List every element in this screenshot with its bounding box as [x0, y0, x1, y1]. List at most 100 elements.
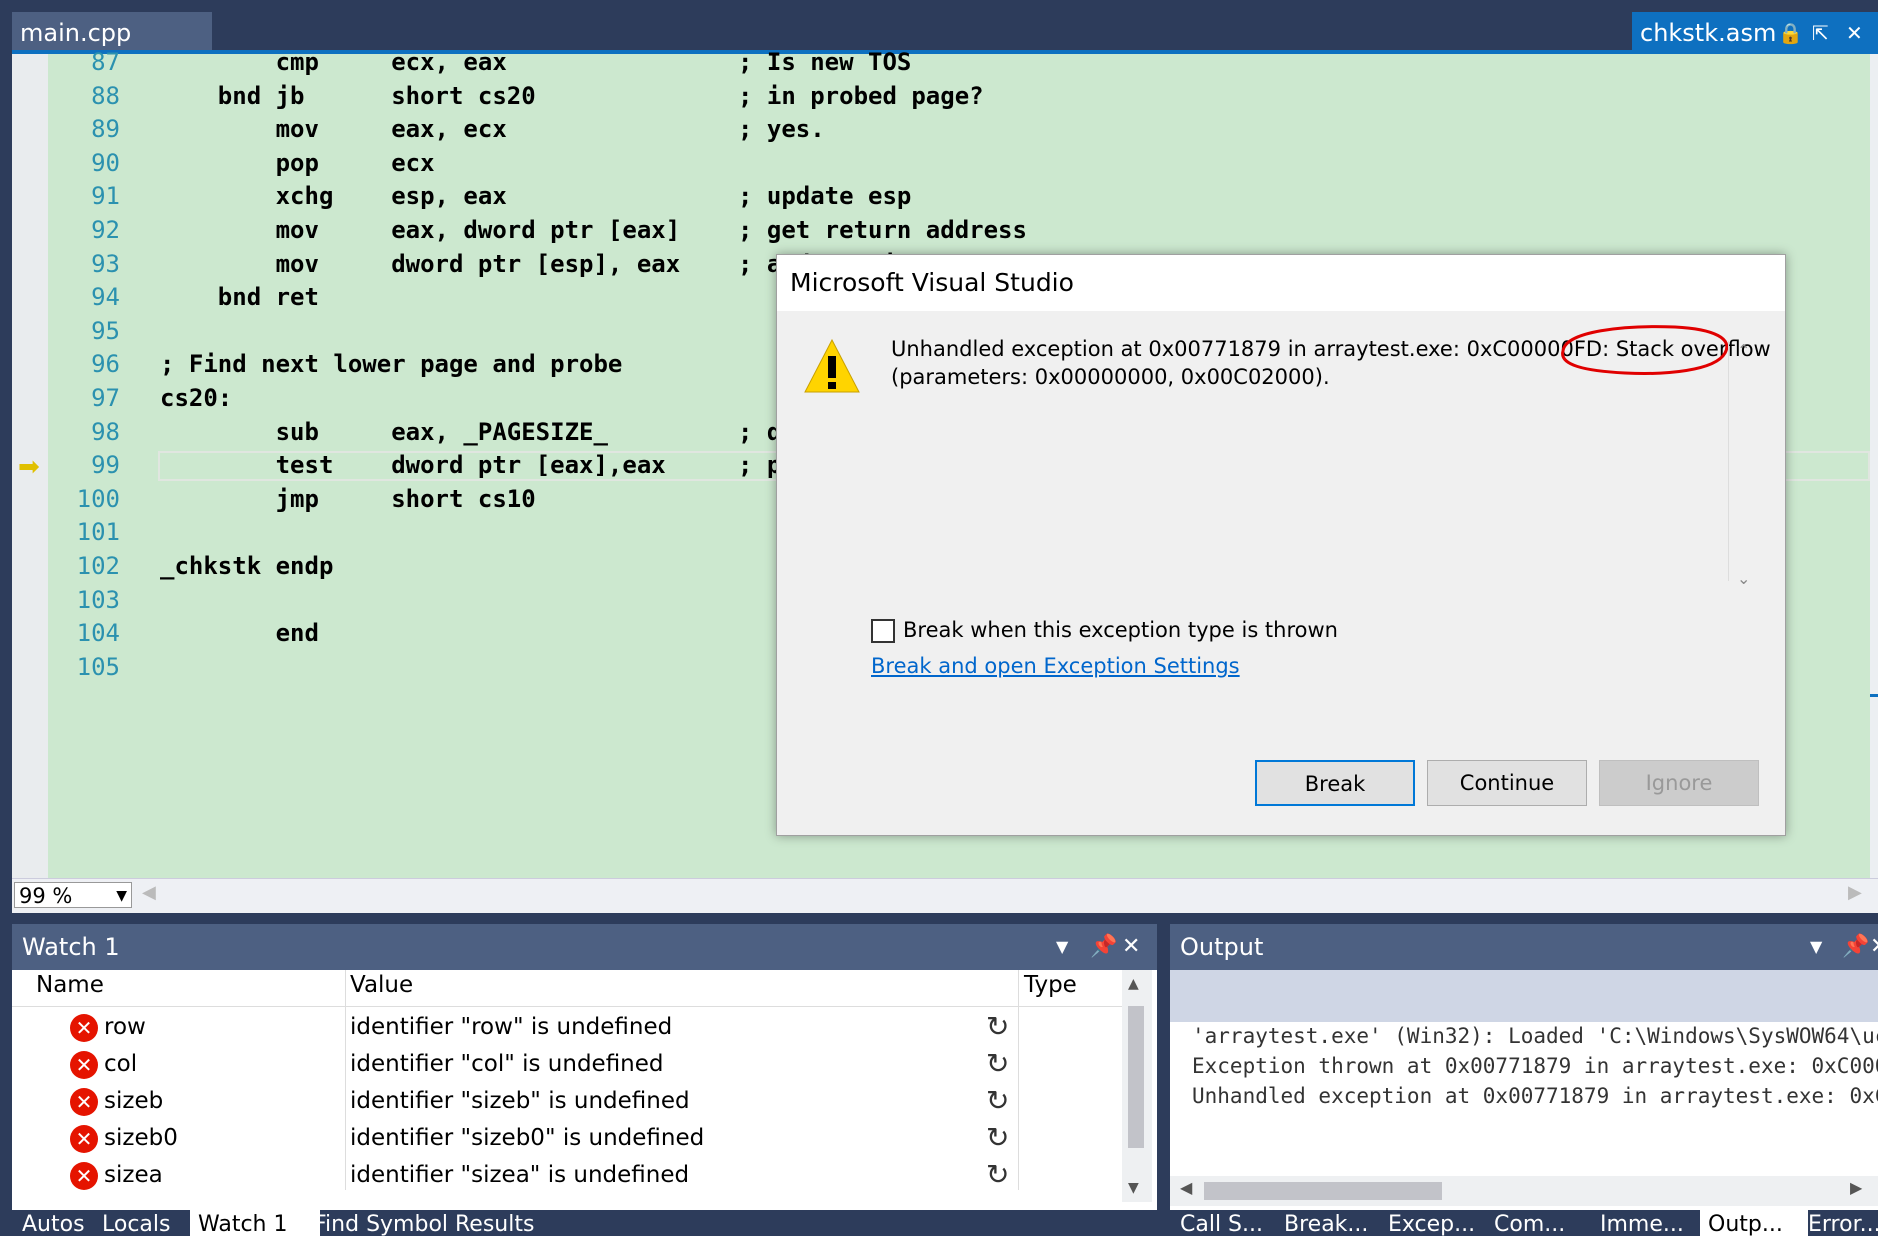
break-on-exception-checkbox[interactable]	[871, 619, 895, 643]
error-icon: ✕	[70, 1125, 98, 1153]
tab-find-symbol-results[interactable]: Find Symbol Results	[306, 1210, 576, 1236]
tab-command-window[interactable]: Com...	[1486, 1210, 1582, 1236]
line-number: 102	[76, 552, 120, 580]
watch-name[interactable]: row	[104, 1014, 146, 1040]
instruction-pointer-arrow-icon: ➡	[18, 452, 40, 482]
scroll-left-icon[interactable]: ◀	[142, 882, 156, 903]
line-number: 95	[91, 316, 120, 345]
scroll-right-icon[interactable]: ▶	[1848, 882, 1862, 903]
tab-error-list[interactable]: Error...	[1800, 1210, 1878, 1236]
tab-call-stack[interactable]: Call S...	[1172, 1210, 1268, 1236]
zoom-dropdown[interactable]: 99 % ▼	[14, 882, 132, 908]
watch-row[interactable]: ✕ col identifier "col" is undefined ↻	[12, 1047, 1122, 1084]
watch-row[interactable]: ✕ sizea identifier "sizea" is undefined ↻	[12, 1158, 1122, 1195]
output-line: Unhandled exception at 0x00771879 in arr…	[1192, 1084, 1878, 1108]
code-line[interactable]: bnd ret	[160, 283, 319, 311]
code-line[interactable]: end	[160, 619, 319, 647]
watch-value: identifier "col" is undefined	[350, 1051, 664, 1077]
column-name[interactable]: Name	[36, 972, 104, 998]
watch-row[interactable]: ✕ sizeb identifier "sizeb" is undefined ↻	[12, 1084, 1122, 1121]
code-line[interactable]: cmp ecx, eax ; Is new TOS	[160, 48, 912, 76]
watch-row[interactable]: ✕ row identifier "row" is undefined ↻	[12, 1010, 1122, 1047]
line-number: 96	[91, 350, 120, 379]
scroll-right-icon[interactable]: ▶	[1850, 1178, 1862, 1197]
chevron-down-icon[interactable]: ⌄	[1737, 569, 1750, 588]
line-number: 88	[91, 81, 120, 110]
code-line[interactable]: mov eax, ecx ; yes.	[160, 115, 825, 143]
code-line[interactable]: jmp short cs10	[160, 485, 536, 513]
dropdown-icon[interactable]: ▼	[1056, 924, 1068, 970]
watch-name[interactable]: sizeb0	[104, 1125, 178, 1151]
error-icon: ✕	[70, 1088, 98, 1116]
continue-button[interactable]: Continue	[1427, 760, 1587, 806]
tab-locals[interactable]: Locals	[94, 1210, 198, 1236]
watch-value: identifier "row" is undefined	[350, 1014, 673, 1040]
refresh-icon[interactable]: ↻	[986, 1158, 1009, 1191]
watch-name[interactable]: col	[104, 1051, 137, 1077]
watch-row[interactable]: ✕ sizeb0 identifier "sizeb0" is undefined ↻	[12, 1121, 1122, 1158]
editor-status-bar	[12, 878, 1878, 913]
output-line: 'arraytest.exe' (Win32): Loaded 'C:\Wind…	[1192, 1024, 1878, 1048]
tab-exception-settings[interactable]: Excep...	[1380, 1210, 1486, 1236]
error-icon: ✕	[70, 1162, 98, 1190]
chevron-down-icon: ▼	[116, 888, 127, 904]
code-line[interactable]: test dword ptr [eax],eax ; pr	[160, 451, 796, 479]
line-number: 101	[76, 518, 120, 547]
checkbox-label[interactable]: Break when this exception type is thrown	[903, 618, 1338, 642]
code-line[interactable]: ; Find next lower page and probe	[160, 350, 622, 378]
scroll-left-icon[interactable]: ◀	[1180, 1178, 1192, 1197]
refresh-icon[interactable]: ↻	[986, 1010, 1009, 1043]
tab-output[interactable]: Outp...	[1700, 1210, 1808, 1236]
watch-name[interactable]: sizea	[104, 1162, 163, 1188]
tab-breakpoints[interactable]: Break...	[1276, 1210, 1378, 1236]
refresh-icon[interactable]: ↻	[986, 1084, 1009, 1117]
lock-icon[interactable]: 🔒	[1778, 12, 1803, 54]
panel-title: Watch 1	[22, 933, 120, 961]
tab-watch-1[interactable]: Watch 1	[190, 1210, 320, 1236]
close-icon[interactable]: ✕	[1846, 12, 1863, 54]
message-scrollbar-track	[1728, 341, 1729, 581]
code-line[interactable]: pop ecx	[160, 149, 435, 177]
line-number: 87	[91, 48, 120, 76]
line-number: 100	[76, 484, 120, 513]
tab-chkstk-asm[interactable]: chkstk.asm 🔒 ⇱ ✕	[1632, 12, 1878, 52]
code-line[interactable]: xchg esp, eax ; update esp	[160, 182, 912, 210]
line-number: 91	[91, 182, 120, 211]
error-icon: ✕	[70, 1014, 98, 1042]
ignore-button[interactable]: Ignore	[1599, 760, 1759, 806]
scrollbar-thumb[interactable]	[1128, 1006, 1144, 1148]
scroll-up-icon[interactable]: ▲	[1128, 976, 1139, 992]
column-type[interactable]: Type	[1024, 972, 1077, 998]
line-number: 92	[91, 216, 120, 244]
refresh-icon[interactable]: ↻	[986, 1121, 1009, 1154]
break-button[interactable]: Break	[1255, 760, 1415, 806]
chevron-up-icon[interactable]: ⌃	[1737, 341, 1750, 360]
close-icon[interactable]: ✕	[1870, 924, 1878, 970]
exception-settings-link[interactable]: Break and open Exception Settings	[871, 654, 1240, 678]
watch-value: identifier "sizeb0" is undefined	[350, 1125, 705, 1151]
document-tab-strip	[0, 0, 1878, 52]
code-line[interactable]: bnd jb short cs20 ; in probed page?	[160, 82, 984, 110]
float-icon[interactable]: ⇱	[1812, 12, 1829, 54]
code-line[interactable]: sub eax, _PAGESIZE_ ; de	[160, 418, 796, 446]
watch-name[interactable]: sizeb	[104, 1088, 163, 1114]
scrollbar-thumb[interactable]	[1204, 1182, 1442, 1200]
code-line[interactable]: _chkstk endp	[160, 552, 333, 580]
warning-icon	[804, 338, 860, 393]
zoom-value: 99 %	[19, 884, 73, 908]
scroll-down-icon[interactable]: ▼	[1128, 1180, 1139, 1196]
exception-dialog: Microsoft Visual Studio Unhandled except…	[776, 254, 1786, 836]
code-line[interactable]: mov eax, dword ptr [eax] ; get return ad…	[160, 216, 1027, 244]
pin-icon[interactable]: 📌	[1090, 924, 1117, 970]
close-icon[interactable]: ✕	[1122, 924, 1140, 970]
tab-immediate-window[interactable]: Imme...	[1592, 1210, 1692, 1236]
line-number: 94	[91, 283, 120, 312]
editor-vertical-scrollbar[interactable]	[1870, 54, 1878, 878]
column-value[interactable]: Value	[350, 972, 413, 998]
dropdown-icon[interactable]: ▼	[1810, 924, 1822, 970]
refresh-icon[interactable]: ↻	[986, 1047, 1009, 1080]
pin-icon[interactable]: 📌	[1842, 924, 1869, 970]
output-line: Exception thrown at 0x00771879 in arrayt…	[1192, 1054, 1878, 1078]
code-line[interactable]: cs20:	[160, 384, 232, 412]
tab-main-cpp[interactable]: main.cpp	[12, 12, 212, 52]
